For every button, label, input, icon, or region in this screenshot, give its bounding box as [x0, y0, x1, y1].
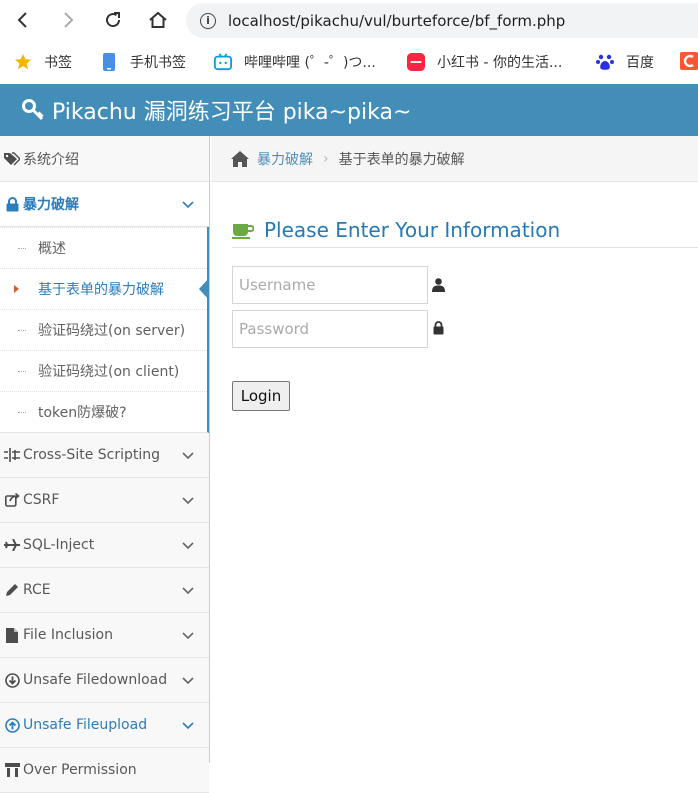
- chevron-down-icon[interactable]: [181, 718, 195, 732]
- c-logo-icon: [680, 52, 698, 70]
- breadcrumb: 暴力破解 › 基于表单的暴力破解: [211, 136, 698, 182]
- plane-icon: [4, 537, 20, 553]
- sidebar-item-xss[interactable]: Cross-Site Scripting: [0, 433, 209, 478]
- submenu-item-overview[interactable]: 概述: [0, 227, 207, 268]
- app-header: Pikachu 漏洞练习平台 pika~pika~: [0, 84, 698, 136]
- sidebar: 系统介绍 暴力破解 概述 基于表单的暴力破解 验证码绕过(on server) …: [0, 136, 210, 793]
- chevron-down-icon[interactable]: [181, 628, 195, 642]
- permission-icon: [4, 762, 20, 778]
- bookmark-overflow[interactable]: [680, 52, 698, 70]
- address-bar[interactable]: i localhost/pikachu/vul/burteforce/bf_fo…: [186, 3, 698, 38]
- bookmark-item[interactable]: 手机书签: [100, 52, 186, 72]
- url-text[interactable]: localhost/pikachu/vul/burteforce/bf_form…: [228, 12, 565, 30]
- sidebar-item-over-permission[interactable]: Over Permission: [0, 748, 209, 793]
- bookmark-item[interactable]: 书签: [14, 52, 72, 72]
- xiaohongshu-icon: [407, 53, 425, 71]
- site-info-icon[interactable]: i: [200, 12, 216, 29]
- xss-icon: [4, 447, 20, 463]
- user-icon: [432, 278, 445, 292]
- baidu-paw-icon: [596, 53, 614, 71]
- sidebar-item-file-inclusion[interactable]: File Inclusion: [0, 613, 209, 658]
- sidebar-item-bruteforce[interactable]: 暴力破解: [0, 182, 209, 227]
- submenu-item-token[interactable]: token防爆破?: [0, 391, 207, 432]
- bruteforce-submenu: 概述 基于表单的暴力破解 验证码绕过(on server) 验证码绕过(on c…: [0, 227, 209, 433]
- bookmarks-bar: 书签 手机书签 哔哩哔哩 (゜-゜)つ... 小红书 - 你的生活... 百度: [0, 42, 698, 84]
- breadcrumb-current: 基于表单的暴力破解: [338, 151, 465, 168]
- sidebar-item-csrf[interactable]: CSRF: [0, 478, 209, 523]
- chevron-down-icon[interactable]: [181, 673, 195, 687]
- submenu-item-captcha-client[interactable]: 验证码绕过(on client): [0, 350, 207, 391]
- bilibili-icon: [214, 53, 232, 71]
- phone-icon: [100, 53, 118, 71]
- star-icon: [14, 53, 32, 71]
- home-icon[interactable]: [231, 150, 249, 167]
- breadcrumb-separator: ›: [323, 150, 329, 167]
- share-icon: [4, 492, 20, 508]
- breadcrumb-link[interactable]: 暴力破解: [257, 149, 313, 169]
- login-button[interactable]: Login: [232, 381, 290, 411]
- submenu-item-captcha-server[interactable]: 验证码绕过(on server): [0, 309, 207, 350]
- pencil-icon: [4, 582, 20, 598]
- file-icon: [4, 627, 20, 643]
- key-icon: [22, 99, 44, 121]
- lock-icon: [4, 196, 20, 212]
- sidebar-item-fileupload[interactable]: Unsafe Fileupload: [0, 703, 209, 748]
- upload-icon: [4, 717, 20, 733]
- chevron-up-icon[interactable]: [181, 197, 195, 211]
- form-title: Please Enter Your Information: [232, 212, 698, 248]
- lock-icon: [433, 321, 444, 335]
- chevron-down-icon[interactable]: [181, 538, 195, 552]
- bookmark-item[interactable]: 哔哩哔哩 (゜-゜)つ...: [214, 52, 376, 72]
- app-title[interactable]: Pikachu 漏洞练习平台 pika~pika~: [52, 94, 411, 126]
- tags-icon: [4, 151, 20, 167]
- submenu-item-form-bruteforce[interactable]: 基于表单的暴力破解: [0, 268, 209, 309]
- password-input[interactable]: [232, 310, 428, 348]
- active-pointer-icon: [199, 278, 209, 300]
- back-icon[interactable]: [12, 9, 34, 31]
- bookmark-item[interactable]: 百度: [596, 52, 654, 72]
- sidebar-item-filedownload[interactable]: Unsafe Filedownload: [0, 658, 209, 703]
- coffee-cup-icon: [232, 223, 254, 239]
- chevron-down-icon[interactable]: [181, 448, 195, 462]
- username-input[interactable]: [232, 266, 428, 304]
- form-title-text: Please Enter Your Information: [264, 217, 561, 242]
- sidebar-item-rce[interactable]: RCE: [0, 568, 209, 613]
- bookmark-item[interactable]: 小红书 - 你的生活...: [407, 52, 562, 72]
- sidebar-item-intro[interactable]: 系统介绍: [0, 136, 209, 182]
- chevron-down-icon[interactable]: [181, 583, 195, 597]
- sidebar-item-sqli[interactable]: SQL-Inject: [0, 523, 209, 568]
- home-icon[interactable]: [147, 9, 169, 31]
- chevron-down-icon[interactable]: [181, 493, 195, 507]
- download-icon: [4, 672, 20, 688]
- reload-icon[interactable]: [102, 9, 124, 31]
- forward-icon[interactable]: [57, 9, 79, 31]
- caret-right-icon: [14, 285, 19, 293]
- browser-toolbar: i localhost/pikachu/vul/burteforce/bf_fo…: [0, 0, 698, 42]
